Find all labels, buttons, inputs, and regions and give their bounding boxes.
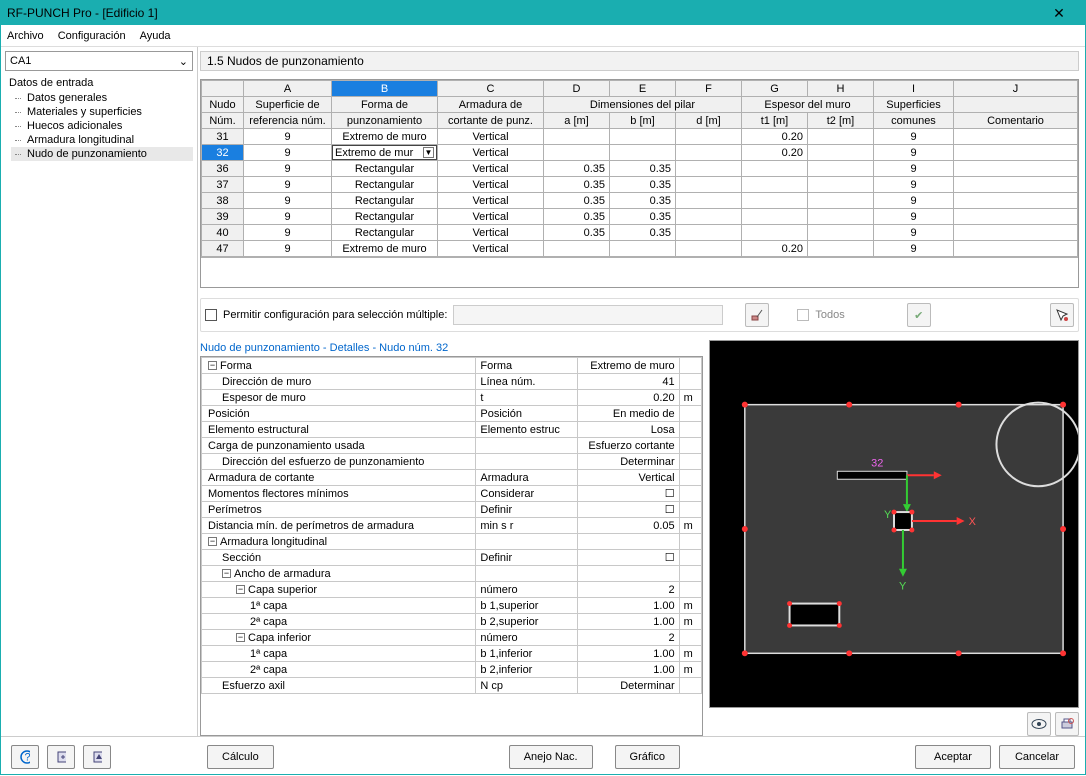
menu-archivo[interactable]: Archivo	[7, 30, 44, 42]
window-title: RF-PUNCH Pro - [Edificio 1]	[7, 6, 1039, 20]
title-bar: RF-PUNCH Pro - [Edificio 1] ✕	[1, 1, 1085, 25]
apply-icon[interactable]: ✔	[907, 303, 931, 327]
menu-ayuda[interactable]: Ayuda	[140, 30, 171, 42]
section-title: 1.5 Nudos de punzonamiento	[200, 51, 1079, 71]
data-grid[interactable]: ABCDEFGHIJNudoSuperficie deForma deArmad…	[200, 79, 1079, 288]
menu-bar: Archivo Configuración Ayuda	[1, 25, 1085, 47]
detail-row[interactable]: −Armadura longitudinal	[202, 534, 702, 550]
pick-element-icon[interactable]	[1050, 303, 1074, 327]
detail-row[interactable]: 2ª capab 2,superior1.00m	[202, 614, 702, 630]
svg-text:?: ?	[25, 751, 31, 763]
footer-bar: ? Cálculo Anejo Nac. Gráfico Aceptar Can…	[1, 736, 1085, 776]
detail-row[interactable]: Dirección del esfuerzo de punzonamientoD…	[202, 454, 702, 470]
tree-item[interactable]: Huecos adicionales	[11, 119, 193, 133]
cancelar-button[interactable]: Cancelar	[999, 745, 1075, 769]
todos-checkbox[interactable]	[797, 309, 809, 321]
detail-row[interactable]: 1ª capab 1,inferior1.00m	[202, 646, 702, 662]
nav-tree: Datos generalesMateriales y superficiesH…	[5, 91, 193, 161]
tree-item[interactable]: Nudo de punzonamiento	[11, 147, 193, 161]
table-row[interactable]: 369RectangularVertical0.350.359	[202, 161, 1078, 177]
grafico-button[interactable]: Gráfico	[615, 745, 680, 769]
aceptar-button[interactable]: Aceptar	[915, 745, 991, 769]
table-row[interactable]: 319Extremo de muroVertical0.209	[202, 129, 1078, 145]
detail-row[interactable]: −Capa inferiornúmero2	[202, 630, 702, 646]
close-icon[interactable]: ✕	[1039, 5, 1079, 22]
detail-row[interactable]: Carga de punzonamiento usadaEsfuerzo cor…	[202, 438, 702, 454]
detail-row[interactable]: PosiciónPosiciónEn medio de	[202, 406, 702, 422]
detail-row[interactable]: Distancia mín. de perímetros de armadura…	[202, 518, 702, 534]
detail-row[interactable]: −Capa superiornúmero2	[202, 582, 702, 598]
details-grid[interactable]: −FormaFormaExtremo de muroDirección de m…	[200, 356, 703, 736]
svg-text:X: X	[969, 516, 977, 528]
preview-3d[interactable]: 32 X Y Y	[709, 340, 1079, 708]
multi-select-bar: Permitir configuración para selección mú…	[200, 298, 1079, 332]
detail-row[interactable]: Elemento estructuralElemento estrucLosa	[202, 422, 702, 438]
table-row[interactable]: 399RectangularVertical0.350.359	[202, 209, 1078, 225]
todos-label: Todos	[815, 309, 844, 321]
detail-row[interactable]: Armadura de cortanteArmaduraVertical	[202, 470, 702, 486]
help-button[interactable]: ?	[11, 745, 39, 769]
multisel-label: Permitir configuración para selección mú…	[223, 309, 447, 321]
detail-row[interactable]: 1ª capab 1,superior1.00m	[202, 598, 702, 614]
menu-configuracion[interactable]: Configuración	[58, 30, 126, 42]
sidebar: CA1 ⌄ Datos de entrada Datos generalesMa…	[1, 47, 198, 736]
load-case-combo[interactable]: CA1 ⌄	[5, 51, 193, 71]
chevron-down-icon: ⌄	[179, 55, 188, 68]
multisel-checkbox[interactable]	[205, 309, 217, 321]
tree-item[interactable]: Armadura longitudinal	[11, 133, 193, 147]
detail-row[interactable]: Dirección de muroLínea núm.41	[202, 374, 702, 390]
tree-title: Datos de entrada	[5, 75, 193, 91]
export-button[interactable]	[47, 745, 75, 769]
table-row[interactable]: 389RectangularVertical0.350.359	[202, 193, 1078, 209]
detail-row[interactable]: PerímetrosDefinir☐	[202, 502, 702, 518]
detail-row[interactable]: Espesor de murot0.20m	[202, 390, 702, 406]
forma-dropdown[interactable]: Extremo de mur▼	[332, 145, 437, 160]
svg-text:Y: Y	[899, 581, 907, 593]
detail-row[interactable]: 2ª capab 2,inferior1.00m	[202, 662, 702, 678]
anejo-button[interactable]: Anejo Nac.	[509, 745, 593, 769]
chevron-down-icon: ▼	[423, 147, 434, 158]
table-row[interactable]: 479Extremo de muroVertical0.209	[202, 241, 1078, 257]
tree-item[interactable]: Materiales y superficies	[11, 105, 193, 119]
tree-item[interactable]: Datos generales	[11, 91, 193, 105]
detail-row[interactable]: Momentos flectores mínimosConsiderar☐	[202, 486, 702, 502]
table-row[interactable]: 409RectangularVertical0.350.359	[202, 225, 1078, 241]
multisel-input[interactable]	[453, 305, 723, 325]
table-row[interactable]: 329Extremo de mur▼Vertical0.209	[202, 145, 1078, 161]
detail-row[interactable]: −Ancho de armadura	[202, 566, 702, 582]
print-icon[interactable]	[1055, 712, 1079, 736]
node-label: 32	[871, 457, 883, 469]
main-panel: 1.5 Nudos de punzonamiento ABCDEFGHIJNud…	[198, 47, 1085, 736]
pick-icon[interactable]	[745, 303, 769, 327]
details-title: Nudo de punzonamiento - Detalles - Nudo …	[200, 340, 703, 356]
table-row[interactable]: 379RectangularVertical0.350.359	[202, 177, 1078, 193]
eye-icon[interactable]	[1027, 712, 1051, 736]
detail-row[interactable]: −FormaFormaExtremo de muro	[202, 358, 702, 374]
import-button[interactable]	[83, 745, 111, 769]
svg-text:Y: Y	[884, 509, 892, 521]
detail-row[interactable]: SecciónDefinir☐	[202, 550, 702, 566]
calculo-button[interactable]: Cálculo	[207, 745, 274, 769]
detail-row[interactable]: Esfuerzo axilN cpDeterminar	[202, 678, 702, 694]
